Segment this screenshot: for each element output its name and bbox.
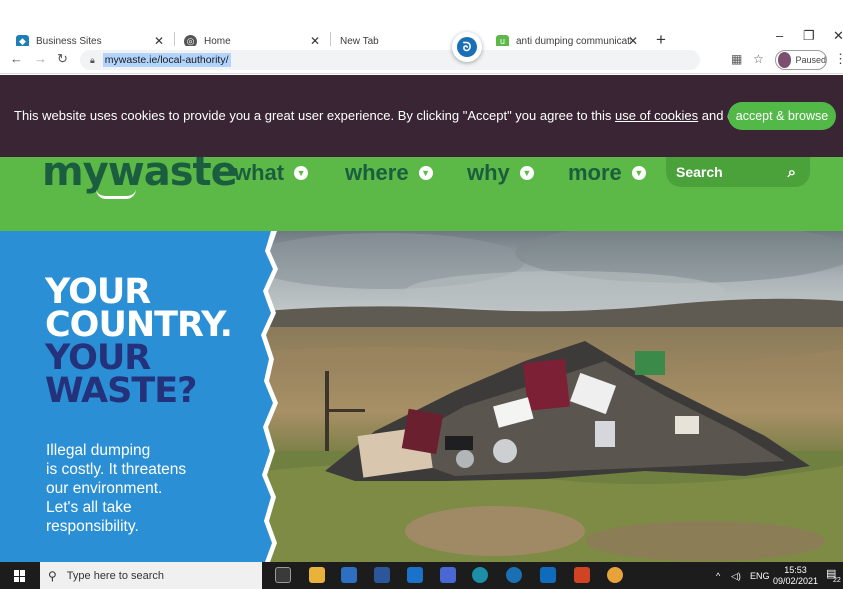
minimize-icon[interactable]: – (776, 28, 783, 43)
lock-icon: 🔒︎ (90, 54, 95, 65)
bookmark-star-icon[interactable]: ☆ (753, 52, 764, 66)
cookie-policy-link[interactable]: use of cookies (615, 108, 698, 123)
accept-browse-button[interactable]: accept & browse (728, 102, 836, 130)
search-label: Search (676, 164, 723, 180)
nav-label: where (345, 160, 409, 185)
extension-app-icon[interactable] (506, 567, 522, 583)
volume-icon[interactable]: ◁) (731, 571, 741, 582)
taskbar-search-input[interactable]: ⚲ Type here to search (40, 562, 262, 589)
cookie-banner: This website uses cookies to provide you… (0, 75, 843, 157)
body-line: Illegal dumping (46, 442, 151, 459)
clock-time: 15:53 (784, 565, 807, 575)
hero-body-text: Illegal dumping is costly. It threatens … (46, 441, 186, 536)
outlook-icon[interactable] (540, 567, 556, 583)
store-icon[interactable] (341, 567, 357, 583)
tab-label: Home (204, 35, 231, 47)
mywaste-logo[interactable]: mywaste (42, 157, 238, 195)
body-line: Let's all take (46, 499, 132, 516)
profile-paused-button[interactable]: Paused (775, 50, 827, 70)
forward-arrow-icon[interactable]: → (34, 51, 47, 66)
extension-icon: ᘐ (457, 37, 477, 57)
window-close-icon[interactable]: ✕ (833, 28, 843, 44)
windows-taskbar: ⚲ Type here to search ^ ◁) ENG 15:53 09/… (0, 562, 843, 589)
cookie-text-before: This website uses cookies to provide you… (14, 108, 616, 123)
file-explorer-icon[interactable] (309, 567, 325, 583)
url-text[interactable]: mywaste.ie/local-authority/ (102, 53, 231, 67)
search-icon: ⌕ (787, 163, 796, 181)
browser-tab-strip: ◆ Business Sites ✕ ◎ Home ✕ New Tab ᘐ u … (0, 0, 843, 62)
extension-bubble[interactable]: ᘐ (452, 32, 482, 62)
chevron-down-icon: ▼ (418, 166, 433, 180)
nav-label: what (234, 160, 285, 185)
chevron-down-icon: ▼ (519, 166, 534, 180)
browser-toolbar: ← → ↻ 🔒︎ mywaste.ie/local-authority/ ▦ ☆… (0, 46, 843, 74)
word-icon[interactable] (374, 567, 390, 583)
task-view-icon[interactable] (275, 567, 291, 583)
chrome-icon[interactable] (607, 567, 623, 583)
illegal-dumping-photo (265, 231, 843, 562)
mail-icon[interactable] (407, 567, 423, 583)
nav-more[interactable]: more ▼ (568, 160, 646, 186)
headline-line: WASTE? (45, 371, 197, 411)
tray-chevron-icon[interactable]: ^ (716, 571, 720, 581)
torn-paper-edge (255, 231, 278, 562)
hero-banner: YOUR COUNTRY. YOUR WASTE? Illegal dumpin… (0, 231, 843, 562)
language-indicator[interactable]: ENG (750, 571, 770, 581)
powerpoint-icon[interactable] (574, 567, 590, 583)
reload-icon[interactable]: ↻ (57, 51, 68, 67)
nav-why[interactable]: why ▼ (467, 160, 534, 186)
profile-status: Paused (795, 55, 826, 65)
nav-label: more (568, 160, 622, 185)
cookie-message: This website uses cookies to provide you… (14, 108, 756, 123)
system-clock[interactable]: 15:53 09/02/2021 (773, 565, 818, 587)
hero-headline: YOUR COUNTRY. YOUR WASTE? (45, 275, 233, 411)
chevron-down-icon: ▼ (631, 166, 646, 180)
tab-label: Business Sites (36, 35, 102, 47)
qr-code-icon[interactable]: ▦ (731, 52, 742, 66)
body-line: is costly. It threatens (46, 461, 187, 478)
nav-what[interactable]: what ▼ (234, 160, 309, 186)
windows-start-icon[interactable] (14, 570, 26, 582)
site-navigation: mywaste what ▼ where ▼ why ▼ more ▼ Sear… (0, 157, 843, 231)
search-placeholder: Type here to search (66, 569, 165, 582)
zoom-icon[interactable] (440, 567, 456, 583)
back-arrow-icon[interactable]: ← (10, 51, 23, 66)
notification-count: 22 (833, 577, 841, 584)
edge-icon[interactable] (472, 567, 488, 583)
restore-icon[interactable]: ❐ (803, 28, 815, 44)
chevron-down-icon: ▼ (294, 166, 309, 180)
tab-label: New Tab (340, 35, 379, 47)
nav-where[interactable]: where ▼ (345, 160, 433, 186)
body-line: our environment. (46, 480, 163, 497)
clock-date: 09/02/2021 (773, 576, 819, 586)
site-search-button[interactable]: Search ⌕ (666, 157, 810, 187)
logo-swoosh (96, 189, 136, 199)
menu-kebab-icon[interactable]: ⋮ (834, 51, 843, 67)
body-line: responsibility. (46, 518, 139, 535)
search-icon: ⚲ (48, 568, 57, 583)
address-bar[interactable]: 🔒︎ mywaste.ie/local-authority/ (80, 50, 700, 70)
avatar (778, 52, 792, 68)
tab-label: anti dumping communications h (516, 35, 631, 47)
nav-label: why (467, 160, 510, 185)
